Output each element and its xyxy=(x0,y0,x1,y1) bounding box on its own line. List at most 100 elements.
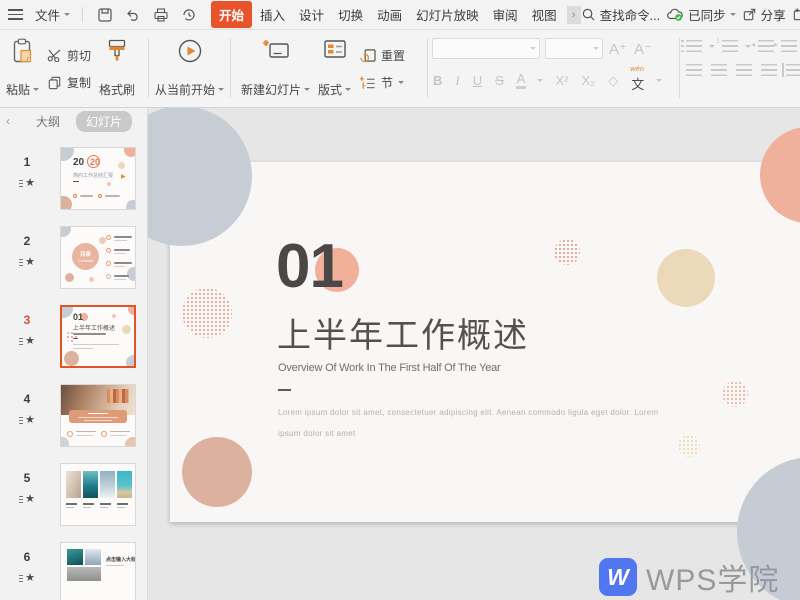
tab-slideshow[interactable]: 幻灯片放映 xyxy=(410,1,485,28)
layout-button[interactable]: 版式 xyxy=(314,32,355,106)
slide-thumbnail-3[interactable]: 01 上半年工作概述 xyxy=(60,305,136,368)
decor-dotted-circle xyxy=(182,288,232,338)
cut-button[interactable]: 剪切 xyxy=(47,47,91,64)
slide-body-text[interactable]: Lorem ipsum dolor sit amet, consectetuer… xyxy=(278,402,658,444)
numbering-icon[interactable] xyxy=(722,40,738,52)
decrease-font-button[interactable]: A⁻ xyxy=(633,40,653,58)
text-bar xyxy=(114,249,130,251)
align-right-icon[interactable] xyxy=(736,64,752,76)
italic-button[interactable]: I xyxy=(454,73,460,89)
justify-icon[interactable] xyxy=(761,64,777,76)
paragraph-group xyxy=(686,40,800,76)
copy-icon xyxy=(47,76,62,90)
bullet-ring xyxy=(73,194,77,198)
slide-thumbnail-2[interactable]: 目录 Contents xyxy=(60,226,136,289)
toc-circle: 目录 Contents xyxy=(72,243,99,270)
print-icon xyxy=(153,7,169,23)
strikethrough-button[interactable]: S xyxy=(494,73,505,88)
bullets-icon[interactable] xyxy=(686,40,702,52)
text-bar xyxy=(114,266,125,267)
slide-thumbnail-5[interactable] xyxy=(60,463,136,526)
chevron-down-icon xyxy=(398,81,404,87)
search-command-button[interactable]: 查找命令... xyxy=(581,5,660,24)
align-left-icon[interactable] xyxy=(686,64,702,76)
subscript-button[interactable]: X₂ xyxy=(580,73,596,88)
play-from-current-label: 从当前开始 xyxy=(155,81,215,98)
undo-button[interactable] xyxy=(121,5,145,25)
editing-canvas[interactable]: 01 上半年工作概述 Overview Of Work In The First… xyxy=(148,108,800,600)
comment-button[interactable]: 批注 xyxy=(792,5,800,24)
text-bar xyxy=(114,236,132,238)
section-button[interactable]: 节 xyxy=(359,74,405,91)
decor-dash xyxy=(73,181,79,182)
text-bar xyxy=(73,344,119,345)
chapter-number[interactable]: 01 xyxy=(276,236,343,298)
paste-button[interactable]: 粘贴 xyxy=(2,32,43,106)
print-button[interactable] xyxy=(149,5,173,25)
tab-design[interactable]: 设计 xyxy=(293,1,330,28)
reset-button[interactable]: 重置 xyxy=(359,47,405,64)
slide-number: 1 xyxy=(14,155,40,169)
slide-thumbnail-4[interactable] xyxy=(60,384,136,447)
chevron-down-icon xyxy=(345,88,351,94)
tab-view[interactable]: 视图 xyxy=(526,1,563,28)
slides-group: 新建幻灯片 版式 重置 节 xyxy=(237,32,409,106)
toc-item-ring xyxy=(106,274,111,279)
save-button[interactable] xyxy=(93,5,117,25)
slide-thumbnail-1[interactable]: 20 20 简约工作总结汇报 ▶ xyxy=(60,147,136,210)
phonetic-guide-button[interactable]: wén 文 xyxy=(630,68,645,93)
text-bar xyxy=(114,240,127,241)
format-painter-button[interactable]: 格式刷 xyxy=(95,32,139,106)
ribbon-overflow-button[interactable]: › xyxy=(567,6,581,24)
tab-slides[interactable]: 幻灯片 xyxy=(76,111,132,132)
divider xyxy=(148,38,149,98)
text-bar xyxy=(73,338,78,339)
toc-title-en: Contents xyxy=(78,259,93,263)
slide-subtitle[interactable]: Overview Of Work In The First Half Of Th… xyxy=(278,362,501,374)
decor-circle xyxy=(127,267,136,281)
increase-font-button[interactable]: A⁺ xyxy=(608,40,628,58)
tab-home[interactable]: 开始 xyxy=(211,1,252,28)
decor-dotted-circle xyxy=(722,381,748,407)
thumb3-chapter: 01 xyxy=(73,312,83,322)
tab-animations[interactable]: 动画 xyxy=(371,1,408,28)
new-slide-label: 新建幻灯片 xyxy=(241,81,301,98)
copy-button[interactable]: 复制 xyxy=(47,74,91,91)
font-group: A⁺ A⁻ B I U S A X² X₂ ◇ wén 文 xyxy=(432,38,676,93)
distribute-text-icon[interactable] xyxy=(786,64,800,76)
sync-status-button[interactable]: 已同步 xyxy=(666,5,736,24)
font-name-select[interactable] xyxy=(432,38,540,59)
menubar: 文件 开始 插入 设计 切换 动画 幻灯片放映 审阅 视图 › 查找命令... … xyxy=(0,0,800,30)
share-button[interactable]: 分享 xyxy=(742,5,786,24)
history-button[interactable] xyxy=(177,5,201,25)
slide-thumbnail-6[interactable]: 点击输入大标题 xyxy=(60,542,136,600)
file-menu-button[interactable]: 文件 xyxy=(31,2,74,27)
hamburger-menu-icon[interactable] xyxy=(8,9,23,20)
decrease-indent-icon[interactable] xyxy=(758,40,774,52)
font-size-select[interactable] xyxy=(545,38,603,59)
chevron-down-icon xyxy=(730,13,736,19)
text-bar xyxy=(114,275,129,277)
clear-format-button[interactable]: ◇ xyxy=(607,73,619,89)
play-from-current-button[interactable]: 从当前开始 xyxy=(151,32,228,106)
collapse-panel-button[interactable]: ‹ xyxy=(6,114,10,128)
slide-canvas[interactable]: 01 上半年工作概述 Overview Of Work In The First… xyxy=(170,162,800,522)
animation-star-icon: ★ xyxy=(14,494,40,505)
font-color-button[interactable]: A xyxy=(516,72,527,89)
tab-insert[interactable]: 插入 xyxy=(254,1,291,28)
new-slide-button[interactable]: 新建幻灯片 xyxy=(237,32,314,106)
superscript-button[interactable]: X² xyxy=(554,73,569,88)
increase-indent-icon[interactable] xyxy=(781,40,797,52)
underline-button[interactable]: U xyxy=(472,73,483,88)
slide-title[interactable]: 上半年工作概述 xyxy=(277,308,529,357)
file-menu-label: 文件 xyxy=(35,5,60,24)
decor-circle xyxy=(118,162,125,169)
tab-transitions[interactable]: 切换 xyxy=(332,1,369,28)
tab-review[interactable]: 审阅 xyxy=(487,1,524,28)
bold-button[interactable]: B xyxy=(432,73,443,88)
tab-outline[interactable]: 大纲 xyxy=(36,113,60,130)
chevron-down-icon xyxy=(656,79,662,85)
align-center-icon[interactable] xyxy=(711,64,727,76)
decor-circle xyxy=(126,200,136,210)
decor-circle xyxy=(126,355,136,368)
